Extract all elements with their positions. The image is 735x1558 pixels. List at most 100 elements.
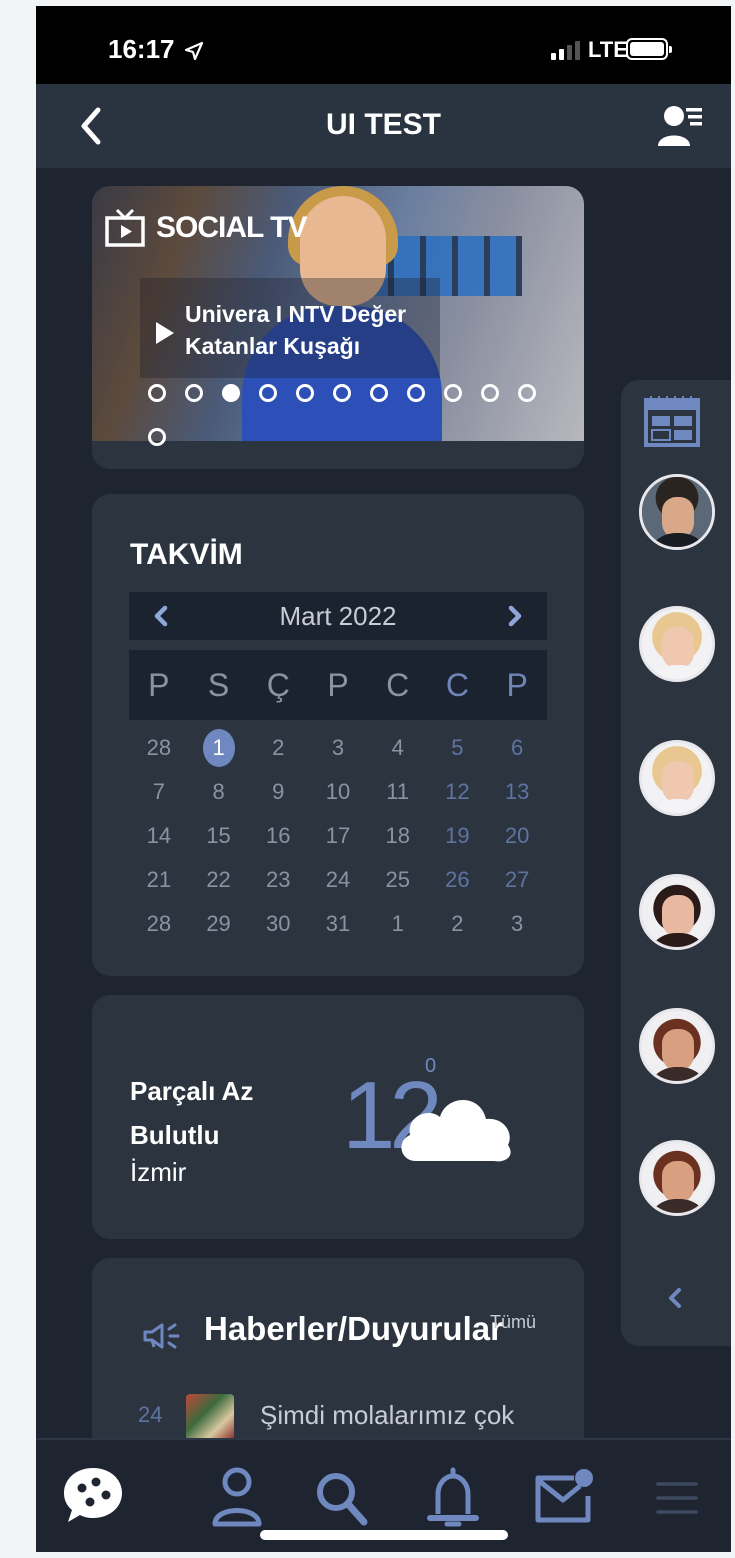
- calendar-day[interactable]: 26: [428, 858, 488, 902]
- play-icon[interactable]: [154, 320, 176, 346]
- calendar-month-label: Mart 2022: [279, 601, 397, 631]
- calendar-month-header: Mart 2022: [129, 592, 547, 640]
- slide-dot[interactable]: [185, 384, 203, 402]
- calendar-day[interactable]: 12: [428, 770, 488, 814]
- calendar-day[interactable]: 4: [368, 726, 428, 770]
- slide-dot[interactable]: [518, 384, 536, 402]
- calendar-day[interactable]: 22: [189, 858, 249, 902]
- slide-dot[interactable]: [259, 384, 277, 402]
- calendar-day[interactable]: 11: [368, 770, 428, 814]
- cloud-icon: [401, 1100, 511, 1162]
- calendar-day[interactable]: 27: [487, 858, 547, 902]
- chat-bubble-icon[interactable]: [60, 1462, 126, 1528]
- calendar-day[interactable]: 15: [189, 814, 249, 858]
- calendar-day[interactable]: 9: [248, 770, 308, 814]
- calendar-days-grid: 28 1 2 3 4 5 6 7 8 9 10 11 12 13 14 15 16 17 18 19 20 21 22 23 2…: [129, 726, 547, 946]
- weekday-label: P: [327, 666, 349, 703]
- avatar[interactable]: [639, 1008, 715, 1084]
- slide-dot[interactable]: [296, 384, 314, 402]
- calendar-day[interactable]: 14: [129, 814, 189, 858]
- page-title: UI TEST: [325, 108, 441, 141]
- weekday-label: Ç: [266, 666, 290, 703]
- side-panel: [621, 380, 731, 1346]
- network-type: LTE: [588, 37, 628, 62]
- social-tv-card[interactable]: SOCIAL TV Univera I NTV Değer Katanlar K…: [92, 186, 584, 469]
- calendar-day[interactable]: 16: [248, 814, 308, 858]
- location-arrow-icon: [184, 42, 203, 61]
- calendar-day[interactable]: 19: [428, 814, 488, 858]
- bell-icon[interactable]: [418, 1466, 488, 1530]
- weekday-label: P: [148, 666, 170, 703]
- calendar-day[interactable]: 31: [308, 902, 368, 946]
- chevron-left-icon[interactable]: [665, 1284, 685, 1312]
- calendar-day[interactable]: 6: [487, 726, 547, 770]
- calendar-day[interactable]: 28: [129, 726, 189, 770]
- calendar-card: TAKVİM Mart 2022 PSÇPCCP 28 1 2 3 4 5 6 7 8 9 10 11…: [92, 494, 584, 976]
- weekday-label: C: [386, 666, 410, 703]
- social-tv-logo: SOCIAL TV: [104, 208, 307, 248]
- tv-icon: [105, 208, 145, 247]
- weekday-label: P: [506, 666, 528, 703]
- search-icon[interactable]: [306, 1466, 376, 1530]
- slide-dot[interactable]: [370, 384, 388, 402]
- signal-icon: [551, 38, 580, 60]
- calendar-day[interactable]: 1: [368, 902, 428, 946]
- news-item[interactable]: 24 Şimdi molalarımız çok: [138, 1392, 568, 1442]
- calendar-day[interactable]: 5: [428, 726, 488, 770]
- slide-indicator: [148, 384, 568, 446]
- calendar-day[interactable]: 20: [487, 814, 547, 858]
- avatar[interactable]: [639, 1140, 715, 1216]
- news-title: Haberler/Duyurular: [204, 1310, 503, 1347]
- calendar-day[interactable]: 23: [248, 858, 308, 902]
- slide-dot[interactable]: [148, 384, 166, 402]
- menu-icon[interactable]: [642, 1466, 712, 1530]
- weather-degree: 0: [425, 1055, 437, 1077]
- slide-dot[interactable]: [333, 384, 351, 402]
- main-content: SOCIAL TV Univera I NTV Değer Katanlar K…: [36, 168, 731, 1478]
- slide-dot[interactable]: [481, 384, 499, 402]
- mail-icon[interactable]: [528, 1466, 598, 1530]
- user-list-icon[interactable]: [656, 104, 704, 148]
- next-month-icon[interactable]: [503, 602, 527, 630]
- calendar-day[interactable]: 1: [189, 726, 249, 770]
- slide-dot[interactable]: [222, 384, 240, 402]
- calendar-day[interactable]: 3: [487, 902, 547, 946]
- calendar-day[interactable]: 18: [368, 814, 428, 858]
- status-time: 16:17: [108, 34, 204, 65]
- calendar-day[interactable]: 10: [308, 770, 368, 814]
- video-title[interactable]: Univera I NTV Değer Katanlar Kuşağı: [185, 298, 465, 362]
- calendar-day[interactable]: 25: [368, 858, 428, 902]
- megaphone-icon: [143, 1323, 180, 1349]
- calendar-day[interactable]: 3: [308, 726, 368, 770]
- calendar-day[interactable]: 24: [308, 858, 368, 902]
- calendar-day[interactable]: 21: [129, 858, 189, 902]
- battery-icon: [626, 38, 672, 60]
- calendar-day[interactable]: 2: [248, 726, 308, 770]
- user-icon[interactable]: [202, 1466, 272, 1530]
- avatar[interactable]: [639, 874, 715, 950]
- calendar-day[interactable]: 7: [129, 770, 189, 814]
- slide-dot[interactable]: [444, 384, 462, 402]
- news-all-link[interactable]: Tümü: [490, 1312, 536, 1333]
- home-indicator: [260, 1530, 508, 1540]
- slide-dot[interactable]: [407, 384, 425, 402]
- avatar[interactable]: [639, 606, 715, 682]
- calendar-day[interactable]: 28: [129, 902, 189, 946]
- calendar-weekdays: PSÇPCCP: [129, 650, 547, 720]
- weather-city: İzmir: [130, 1157, 187, 1187]
- calendar-day[interactable]: 17: [308, 814, 368, 858]
- calendar-day[interactable]: 2: [428, 902, 488, 946]
- slide-dot[interactable]: [148, 428, 166, 446]
- calendar-title: TAKVİM: [130, 538, 243, 571]
- avatar[interactable]: [639, 740, 715, 816]
- calendar-day[interactable]: 29: [189, 902, 249, 946]
- calendar-day[interactable]: 30: [248, 902, 308, 946]
- calendar-icon[interactable]: [643, 394, 701, 448]
- news-item-text: Şimdi molalarımız çok: [260, 1400, 515, 1430]
- calendar-day[interactable]: 13: [487, 770, 547, 814]
- calendar-day[interactable]: 8: [189, 770, 249, 814]
- social-tv-label: SOCIAL TV: [156, 211, 307, 244]
- avatar[interactable]: [639, 474, 715, 550]
- app-screen: 16:17 LTE UI TEST SOCIAL TV Univera I NT…: [36, 6, 731, 1552]
- weekday-label: S: [207, 666, 230, 703]
